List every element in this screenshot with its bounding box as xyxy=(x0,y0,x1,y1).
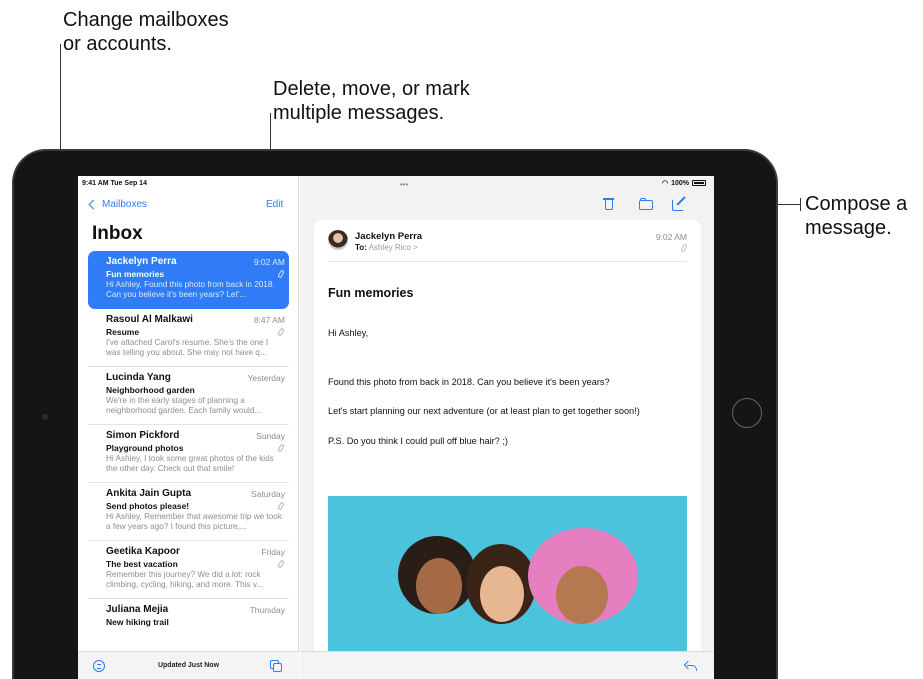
to-line[interactable]: To: Ashley Rico > xyxy=(355,243,418,252)
subject: Resume xyxy=(106,327,140,337)
body-greeting: Hi Ashley, xyxy=(328,328,369,338)
time: 9:02 AM xyxy=(253,257,285,267)
time: Yesterday xyxy=(247,373,286,383)
battery-icon xyxy=(692,180,706,186)
list-item[interactable]: Lucinda Yang Yesterday Neighborhood gard… xyxy=(88,367,289,425)
preview: Hi Ashley, Remember that awesome trip we… xyxy=(106,512,282,531)
list-item[interactable]: Rasoul Al Malkawi 8:47 AM Resume I've at… xyxy=(88,309,289,367)
face xyxy=(416,558,462,614)
time: 8:47 AM xyxy=(253,315,285,325)
message-subject: Fun memories xyxy=(328,286,414,300)
status-right: ◠ 100% xyxy=(662,179,706,187)
detail-toolbar xyxy=(300,651,714,679)
list-item[interactable]: Ankita Jain Gupta Saturday Send photos p… xyxy=(88,483,289,541)
subject: Neighborhood garden xyxy=(106,385,195,395)
callout-mailboxes: Change mailboxes or accounts. xyxy=(63,8,229,56)
from-name: Jackelyn Perra xyxy=(355,231,423,242)
preview: Remember this journey? We did a lot: roc… xyxy=(106,570,264,589)
paperclip-icon xyxy=(680,243,688,253)
body-line-1: Found this photo from back in 2018. Can … xyxy=(328,377,610,387)
callout-edit-line2: multiple messages. xyxy=(273,102,445,124)
message-time: 9:02 AM xyxy=(655,232,687,242)
wifi-icon: ◠ xyxy=(661,180,669,187)
camera xyxy=(42,414,48,420)
face xyxy=(556,566,608,624)
folder-icon[interactable] xyxy=(639,197,653,211)
list-item[interactable]: Geetika Kapoor Friday The best vacation … xyxy=(88,541,289,599)
face xyxy=(480,566,524,622)
list-item[interactable]: Juliana Mejia Thursday New hiking trail xyxy=(88,599,289,657)
callout-compose-line2: message. xyxy=(805,217,892,239)
callout-mailboxes-line1: Change mailboxes xyxy=(63,9,229,31)
callout-compose: Compose a message. xyxy=(805,192,907,240)
page-title: Inbox xyxy=(92,223,143,244)
mailboxes-label: Mailboxes xyxy=(102,199,148,210)
preview: Hi Ashley, Found this photo from back in… xyxy=(106,280,275,299)
stack-icon[interactable] xyxy=(270,660,282,672)
subject: Send photos please! xyxy=(106,501,190,511)
message-card: Jackelyn Perra To: Ashley Rico > 9:02 AM… xyxy=(314,220,701,679)
screen: 9:41 AM Tue Sep 14 Mailboxes Edit Inbox … xyxy=(78,176,714,679)
time: Saturday xyxy=(250,489,285,499)
mailboxes-button[interactable]: Mailboxes xyxy=(88,199,148,210)
battery-percent: 100% xyxy=(671,179,689,187)
message-detail: ••• ◠ 100% Jackelyn Perra To: Ashley Ric… xyxy=(300,176,714,679)
home-button[interactable] xyxy=(732,398,762,428)
callout-compose-line1: Compose a xyxy=(805,193,908,215)
subject: Playground photos xyxy=(106,443,184,453)
multitasking-icon[interactable]: ••• xyxy=(400,180,412,189)
sidebar-toolbar: Updated Just Now xyxy=(78,651,299,679)
divider xyxy=(328,261,687,262)
edit-button[interactable]: Edit xyxy=(266,199,283,210)
reply-icon[interactable] xyxy=(683,660,698,672)
list-item[interactable]: Simon Pickford Sunday Playground photos … xyxy=(88,425,289,483)
ipad-frame: 9:41 AM Tue Sep 14 Mailboxes Edit Inbox … xyxy=(12,149,778,679)
list-item[interactable]: Jackelyn Perra 9:02 AM Fun memories Hi A… xyxy=(88,251,289,309)
callout-mailboxes-line2: or accounts. xyxy=(63,33,172,55)
message-list: Jackelyn Perra 9:02 AM Fun memories Hi A… xyxy=(88,251,289,657)
to-recipient: Ashley Rico > xyxy=(368,243,418,252)
subject: The best vacation xyxy=(106,559,178,569)
preview: Hi Ashley, I took some great photos of t… xyxy=(106,454,274,473)
callout-edit: Delete, move, or mark multiple messages. xyxy=(273,77,470,125)
body-line-3: P.S. Do you think I could pull off blue … xyxy=(328,436,508,446)
status-time: 9:41 AM Tue Sep 14 xyxy=(82,180,147,187)
preview: We're in the early stages of planning a … xyxy=(106,396,262,415)
callout-edit-line1: Delete, move, or mark xyxy=(273,78,470,100)
compose-icon[interactable] xyxy=(672,196,686,211)
update-status: Updated Just Now xyxy=(157,662,220,669)
mail-sidebar: 9:41 AM Tue Sep 14 Mailboxes Edit Inbox … xyxy=(78,176,299,679)
figure: Change mailboxes or accounts. Delete, mo… xyxy=(0,0,923,679)
subject: Fun memories xyxy=(106,269,165,279)
to-label: To: xyxy=(355,243,367,252)
subject: New hiking trail xyxy=(106,617,169,627)
trash-icon[interactable] xyxy=(602,197,616,211)
preview: I've attached Carol's resume. She's the … xyxy=(106,338,269,357)
body-line-2: Let's start planning our next adventure … xyxy=(328,406,640,416)
sender: Geetika Kapoor xyxy=(106,546,180,557)
time: Thursday xyxy=(249,605,285,615)
time: Friday xyxy=(261,547,285,557)
time: Sunday xyxy=(256,431,285,441)
avatar xyxy=(328,230,348,250)
leader-line xyxy=(800,198,801,211)
chevron-left-icon xyxy=(88,199,99,210)
